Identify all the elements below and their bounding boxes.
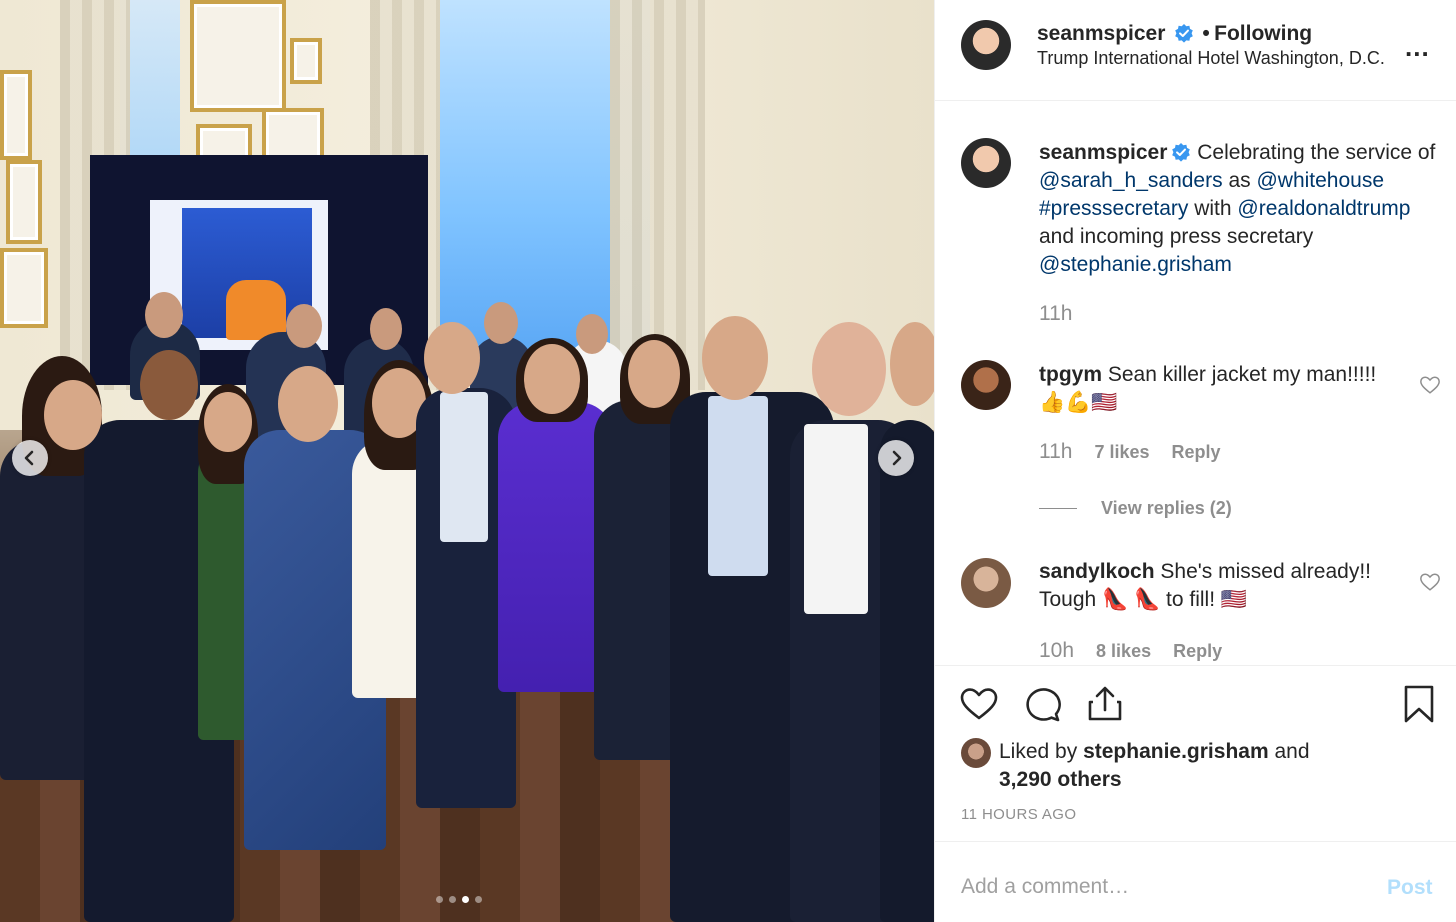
guest-face — [204, 392, 252, 452]
comment-username[interactable]: tpgym — [1039, 363, 1102, 386]
caption-avatar[interactable] — [961, 138, 1011, 188]
follow-status-button[interactable]: Following — [1214, 22, 1312, 45]
verified-badge-icon — [1172, 143, 1191, 162]
avatar[interactable] — [961, 20, 1011, 70]
carousel-indicator — [436, 896, 482, 903]
add-comment-bar: Post — [935, 841, 1456, 922]
guest-head — [484, 302, 518, 344]
wall-frame — [0, 248, 48, 328]
guest — [880, 420, 934, 922]
more-icon: ... — [1405, 32, 1430, 62]
mention-link[interactable]: @stephanie.grisham — [1039, 253, 1232, 276]
guest-head — [424, 322, 480, 394]
wall-frame — [290, 38, 322, 84]
guest-head — [576, 314, 608, 354]
caption-text-segment: with — [1188, 197, 1238, 220]
guest-shirt — [440, 392, 488, 542]
post-photo[interactable] — [0, 0, 934, 922]
share-icon[interactable] — [1085, 684, 1125, 724]
wall-frame — [6, 160, 42, 244]
screen-figure — [226, 280, 286, 340]
chevron-right-icon — [892, 450, 902, 466]
comment-text: sandylkoch She's missed already!! Tough … — [1039, 558, 1409, 614]
post-actions: Liked by stephanie.grisham and 3,290 oth… — [935, 665, 1456, 840]
comment-reply-button[interactable]: Reply — [1173, 641, 1222, 662]
comment-icon[interactable] — [1023, 684, 1063, 724]
guest-head — [812, 322, 886, 416]
mention-link[interactable]: @whitehouse — [1256, 169, 1384, 192]
wall-frame — [0, 70, 32, 160]
verified-badge-icon — [1175, 24, 1193, 43]
caption-text-segment: Celebrating the service of — [1191, 141, 1436, 164]
caption-time[interactable]: 11h — [1039, 302, 1072, 326]
post-timestamp[interactable]: 11 HOURS AGO — [961, 806, 1076, 823]
comment-like-icon[interactable] — [1419, 571, 1441, 593]
comment-likes[interactable]: 8 likes — [1096, 641, 1151, 662]
caption-text-segment: as — [1222, 169, 1257, 192]
comment-avatar[interactable] — [961, 360, 1011, 410]
comment-time[interactable]: 10h — [1039, 639, 1074, 663]
wall-frame — [190, 0, 286, 112]
header-username[interactable]: seanmspicer — [1037, 22, 1165, 45]
comment-meta: 11h 7 likes Reply — [1039, 440, 1221, 464]
mention-link[interactable]: @sarah_h_sanders — [1039, 169, 1223, 192]
guest-head — [145, 292, 183, 338]
carousel-dot-active[interactable] — [462, 896, 469, 903]
guest-head — [278, 366, 338, 442]
curtain — [610, 0, 705, 390]
post-comment-button[interactable]: Post — [1387, 876, 1433, 900]
guest-face — [44, 380, 102, 450]
guest-face — [524, 344, 580, 414]
heart-icon[interactable] — [959, 684, 999, 724]
replies-divider — [1039, 508, 1077, 509]
likes-summary: Liked by stephanie.grisham and 3,290 oth… — [961, 738, 1379, 794]
guest-head — [890, 322, 934, 406]
comment-username[interactable]: sandylkoch — [1039, 560, 1155, 583]
likes-others-link[interactable]: 3,290 others — [999, 768, 1122, 791]
caption-meta: 11h — [1039, 302, 1072, 326]
view-replies-label: View replies (2) — [1101, 498, 1232, 518]
comment-like-icon[interactable] — [1419, 374, 1441, 396]
comment-avatar[interactable] — [961, 558, 1011, 608]
carousel-dot[interactable] — [436, 896, 443, 903]
guest-head — [140, 350, 198, 420]
guest-head — [702, 316, 768, 400]
comments-section[interactable]: seanmspicer Celebrating the service of @… — [935, 102, 1456, 665]
caption-username[interactable]: seanmspicer — [1039, 141, 1167, 164]
header-separator: • — [1202, 22, 1210, 45]
post-sidebar: seanmspicer • Following Trump Internatio… — [934, 0, 1456, 922]
guest-face — [628, 340, 680, 408]
mention-link[interactable]: @realdonaldtrump — [1237, 197, 1410, 220]
view-replies-button[interactable]: View replies (2) — [1039, 498, 1232, 519]
guest-head — [286, 304, 322, 348]
guest-shirt — [804, 424, 868, 614]
comment-reply-button[interactable]: Reply — [1172, 442, 1221, 463]
comment-text: tpgym Sean killer jacket my man!!!!! 👍💪🇺… — [1039, 361, 1379, 417]
bookmark-icon[interactable] — [1399, 684, 1439, 724]
guest-head — [370, 308, 402, 350]
location-link[interactable]: Trump International Hotel Washington, D.… — [1037, 48, 1385, 69]
comment-input[interactable] — [961, 870, 1361, 904]
guest-shirt — [708, 396, 768, 576]
hashtag-link[interactable]: #presssecretary — [1039, 197, 1188, 220]
chevron-left-icon — [24, 450, 34, 466]
carousel-prev-button[interactable] — [12, 440, 48, 476]
comment-likes[interactable]: 7 likes — [1094, 442, 1149, 463]
likes-prefix: Liked by — [999, 740, 1084, 763]
header-title-row: seanmspicer • Following — [1037, 22, 1312, 46]
carousel-next-button[interactable] — [878, 440, 914, 476]
liker-username[interactable]: stephanie.grisham — [1083, 740, 1269, 763]
more-options-button[interactable]: ... — [1405, 32, 1430, 63]
liker-avatar[interactable] — [961, 738, 991, 768]
carousel-dot[interactable] — [475, 896, 482, 903]
comment-meta: 10h 8 likes Reply — [1039, 639, 1222, 663]
carousel-dot[interactable] — [449, 896, 456, 903]
likes-suffix: and — [1268, 740, 1310, 763]
caption-text-segment: and incoming press secretary — [1039, 225, 1314, 248]
likes-text: Liked by stephanie.grisham and 3,290 oth… — [999, 738, 1379, 794]
caption-text: seanmspicer Celebrating the service of @… — [1039, 139, 1439, 279]
post-header: seanmspicer • Following Trump Internatio… — [935, 0, 1456, 101]
comment-time[interactable]: 11h — [1039, 440, 1072, 464]
